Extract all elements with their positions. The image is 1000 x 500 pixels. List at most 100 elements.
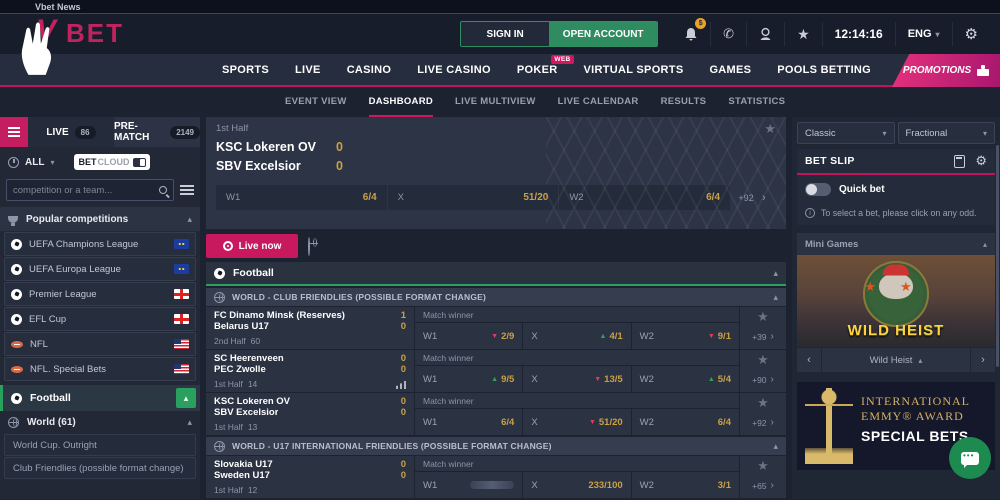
more-markets-count[interactable]: +39 [752,332,766,342]
odd-w1[interactable]: W1 ▼2/9 [415,323,522,349]
featured-match-card[interactable]: 1st Half ★ KSC Lokeren OV 0 SBV Excelsio… [206,117,786,229]
more-markets-count[interactable]: +90 [752,375,766,385]
match-row[interactable]: KSC Lokeren OV0 SBV Excelsior0 1st Half1… [206,393,786,435]
nav-poker[interactable]: POKER WEB [517,64,558,76]
calculator-icon[interactable] [954,155,965,168]
stats-icon[interactable] [396,381,406,389]
tab-live-sidebar[interactable]: LIVE 86 [28,117,114,147]
match-row[interactable]: SC Heerenveen0 PEC Zwolle0 1st Half14 Ma… [206,350,786,392]
carousel-next-button[interactable]: › [971,348,995,372]
region-filter-button[interactable] [308,238,324,254]
favorite-star-icon[interactable]: ★ [757,459,769,472]
match-row[interactable]: FC Dinamo Minsk (Reserves)1 Belarus U170… [206,307,786,349]
nav-games[interactable]: GAMES [709,64,751,76]
sidebar-football-section[interactable]: Football ▴ [0,385,200,411]
tab-dashboard[interactable]: DASHBOARD [369,87,433,117]
odd-x[interactable]: X ▼51/20 [523,409,630,435]
vbet-logo[interactable]: V BET [8,16,168,68]
quick-bet-toggle[interactable] [805,183,831,196]
odd-x[interactable]: X ▼13/5 [523,366,630,392]
more-markets-count[interactable]: +92 [752,418,766,428]
odd-w2[interactable]: W26/4 [559,185,730,210]
sidebar-item-premier-league[interactable]: Premier League [4,282,196,306]
sidebar-item-world-cup-outright[interactable]: World Cup. Outright [4,434,196,456]
tab-results[interactable]: RESULTS [661,87,707,117]
odd-w1[interactable]: W1 6/4 [415,409,522,435]
sidebar-item-club-friendlies[interactable]: Club Friendlies (possible format change) [4,457,196,479]
odd-w1[interactable]: W1 ▲9/5 [415,366,522,392]
nav-live-casino[interactable]: LIVE CASINO [417,64,491,76]
match-row[interactable]: Slovakia U170 Sweden U170 1st Half12 Mat… [206,456,786,498]
section-header-u17-friendlies[interactable]: WORLD - U17 INTERNATIONAL FRIENDLIES (PO… [206,437,786,455]
odd-x[interactable]: X ▲4/1 [523,323,630,349]
odd-w2[interactable]: W2 ▼9/1 [632,323,739,349]
sidebar-menu-button[interactable] [0,117,28,147]
sidebar-item-nfl-special-bets[interactable]: NFL. Special Bets [4,357,196,381]
sign-in-button[interactable]: SIGN IN [461,22,549,46]
live-now-button[interactable]: Live now [206,234,298,258]
nav-pools-betting[interactable]: POOLS BETTING [777,64,871,76]
sidebar-item-uefa-europa-league[interactable]: UEFA Europa League [4,257,196,281]
chevron-right-icon[interactable]: › [771,331,774,342]
phone-support-button[interactable]: ✆ [710,22,746,46]
nav-casino[interactable]: CASINO [347,64,392,76]
open-account-button[interactable]: OPEN ACCOUNT [549,22,657,46]
favorites-button[interactable]: ★ [784,22,822,46]
news-bar-link[interactable]: Vbet News [35,2,81,12]
sidebar-item-uefa-champions-league[interactable]: UEFA Champions League [4,232,196,256]
betcloud-toggle[interactable]: BETCLOUD [74,154,150,170]
more-markets-count[interactable]: +65 [752,481,766,491]
tab-live-multiview[interactable]: LIVE MULTIVIEW [455,87,536,117]
favorite-star-icon[interactable]: ★ [757,396,769,409]
nav-sports[interactable]: SPORTS [222,64,269,76]
odd-w2[interactable]: W2 ▲5/4 [632,366,739,392]
view-mode-select[interactable]: Classic▾ [797,122,895,144]
tab-statistics[interactable]: STATISTICS [728,87,785,117]
favorite-star-icon[interactable]: ★ [757,310,769,323]
match-info[interactable]: KSC Lokeren OV0 SBV Excelsior0 1st Half1… [206,393,414,435]
tab-event-view[interactable]: EVENT VIEW [285,87,347,117]
chevron-right-icon[interactable]: › [762,192,776,204]
promotions-button[interactable]: PROMOTIONS [892,54,1000,87]
odd-w1[interactable]: W16/4 [216,185,387,210]
filter-all-dropdown[interactable]: ALL [25,157,44,168]
odds-format-select[interactable]: Fractional▾ [898,122,996,144]
chevron-right-icon[interactable]: › [771,374,774,385]
chevron-down-icon[interactable]: ▾ [50,158,54,167]
odd-w1-loading[interactable]: W1 [415,472,522,498]
wild-heist-banner[interactable]: ★ ★ WILD HEIST [797,255,995,347]
tab-prematch-sidebar[interactable]: PRE-MATCH 2149 [114,117,200,147]
sidebar-world-section[interactable]: World (61) ▴ [0,411,200,433]
odd-x[interactable]: X51/20 [388,185,559,210]
tab-live-calendar[interactable]: LIVE CALENDAR [558,87,639,117]
nav-live[interactable]: LIVE [295,64,321,76]
search-icon[interactable] [159,186,167,194]
carousel-prev-button[interactable]: ‹ [797,348,821,372]
live-support-button[interactable] [746,22,784,46]
chevron-right-icon[interactable]: › [771,480,774,491]
collapse-button[interactable]: ▴ [176,388,196,408]
odd-w2[interactable]: W2 3/1 [632,472,739,498]
scrollbar[interactable] [996,145,999,367]
match-info[interactable]: FC Dinamo Minsk (Reserves)1 Belarus U170… [206,307,414,349]
notifications-button[interactable]: $ [672,22,710,46]
carousel-current-game[interactable]: Wild Heist▴ [822,348,970,372]
odd-w2[interactable]: W2 6/4 [632,409,739,435]
chevron-right-icon[interactable]: › [771,417,774,428]
settings-button[interactable]: ⚙ [952,22,990,46]
match-info[interactable]: Slovakia U170 Sweden U170 1st Half12 [206,456,414,498]
collapse-filter-icon[interactable] [180,185,194,195]
popular-competitions-header[interactable]: Popular competitions ▴ [0,207,200,231]
mini-games-header[interactable]: Mini Games ▴ [797,233,995,255]
search-input[interactable] [13,185,159,196]
live-chat-button[interactable] [949,437,991,479]
favorite-star-icon[interactable]: ★ [764,122,776,135]
gear-icon[interactable]: ⚙ [975,153,987,169]
more-markets-count[interactable]: +92 [731,193,761,203]
odd-x[interactable]: X 233/100 [523,472,630,498]
sidebar-item-efl-cup[interactable]: EFL Cup [4,307,196,331]
section-header-club-friendlies[interactable]: WORLD - CLUB FRIENDLIES (POSSIBLE FORMAT… [206,288,786,306]
football-group-header[interactable]: Football ▴ [206,262,786,286]
match-info[interactable]: SC Heerenveen0 PEC Zwolle0 1st Half14 [206,350,414,392]
favorite-star-icon[interactable]: ★ [757,353,769,366]
